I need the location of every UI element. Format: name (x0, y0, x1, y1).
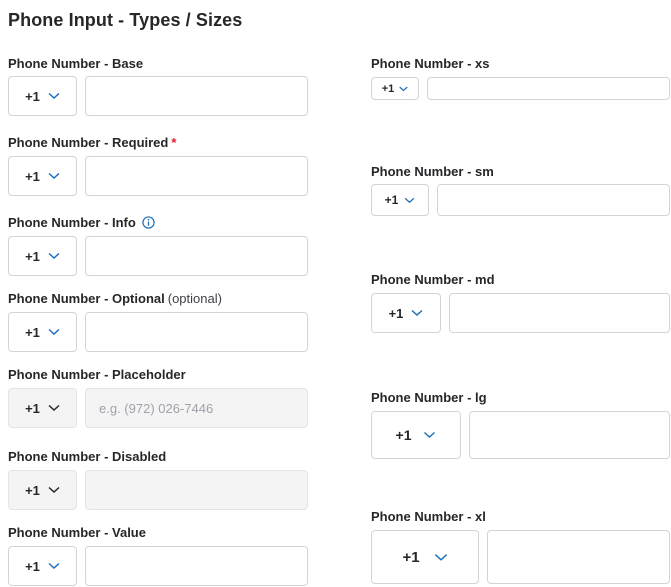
label-sm: Phone Number - sm (371, 164, 494, 179)
country-code-select-sm[interactable]: +1 (371, 184, 429, 216)
country-code: +1 (25, 168, 40, 184)
phone-input-md[interactable] (449, 293, 670, 333)
country-code: +1 (25, 324, 40, 340)
phone-input-base[interactable] (85, 76, 308, 116)
phone-input-disabled (85, 470, 308, 510)
country-code-select-md[interactable]: +1 (371, 293, 441, 333)
phone-input-sm[interactable] (437, 184, 670, 216)
phone-input-lg[interactable] (469, 411, 670, 459)
label-md: Phone Number - md (371, 272, 495, 287)
chevron-down-icon (48, 328, 60, 336)
country-code-select-required[interactable]: +1 (8, 156, 77, 196)
label-xs: Phone Number - xs (371, 56, 490, 71)
label-required: Phone Number - Required * (8, 135, 177, 150)
label-lg: Phone Number - lg (371, 390, 487, 405)
country-code: +1 (395, 427, 412, 443)
chevron-down-icon (424, 431, 436, 438)
country-code: +1 (384, 193, 399, 207)
country-code: +1 (25, 400, 40, 416)
label-info: Phone Number - Info (8, 215, 155, 230)
country-code-select-optional[interactable]: +1 (8, 312, 77, 352)
chevron-down-icon (48, 252, 60, 260)
chevron-down-icon (399, 86, 408, 91)
chevron-down-icon (434, 553, 447, 561)
chevron-down-icon (48, 92, 60, 100)
label-optional: Phone Number - Optional (optional) (8, 291, 222, 306)
chevron-down-icon (405, 197, 415, 203)
country-code-select-lg[interactable]: +1 (371, 411, 461, 459)
phone-input-value[interactable] (85, 546, 308, 586)
label-base: Phone Number - Base (8, 56, 144, 71)
country-code-select-disabled: +1 (8, 470, 77, 510)
phone-input-optional[interactable] (85, 312, 308, 352)
country-code: +1 (381, 82, 395, 95)
country-code: +1 (25, 558, 40, 574)
country-code: +1 (25, 482, 40, 498)
phone-input-required[interactable] (85, 156, 308, 196)
phone-input-placeholder[interactable]: e.g. (972) 026-7446 (85, 388, 308, 428)
page-title: Phone Input - Types / Sizes (8, 10, 243, 30)
phone-input-xs[interactable] (427, 77, 670, 100)
chevron-down-icon (411, 309, 423, 317)
country-code-select-xs[interactable]: +1 (371, 77, 419, 100)
label-value: Phone Number - Value (8, 525, 146, 540)
label-placeholder: Phone Number - Placeholder (8, 367, 186, 382)
country-code-select-value[interactable]: +1 (8, 546, 77, 586)
chevron-down-icon (48, 172, 60, 180)
info-circle-icon[interactable] (142, 216, 155, 229)
country-code: +1 (402, 548, 420, 566)
label-disabled: Phone Number - Disabled (8, 449, 167, 464)
chevron-down-icon (48, 486, 60, 494)
optional-text: (optional) (167, 291, 222, 306)
country-code-select-placeholder[interactable]: +1 (8, 388, 77, 428)
chevron-down-icon (48, 404, 60, 412)
phone-input-xl[interactable] (487, 530, 670, 584)
country-code-select-info[interactable]: +1 (8, 236, 77, 276)
label-xl: Phone Number - xl (371, 509, 486, 524)
country-code: +1 (25, 248, 40, 264)
country-code-select-base[interactable]: +1 (8, 76, 77, 116)
chevron-down-icon (48, 562, 60, 570)
phone-input-info[interactable] (85, 236, 308, 276)
required-asterisk: * (171, 135, 177, 150)
country-code-select-xl[interactable]: +1 (371, 530, 479, 584)
country-code: +1 (388, 305, 404, 321)
country-code: +1 (25, 88, 40, 104)
